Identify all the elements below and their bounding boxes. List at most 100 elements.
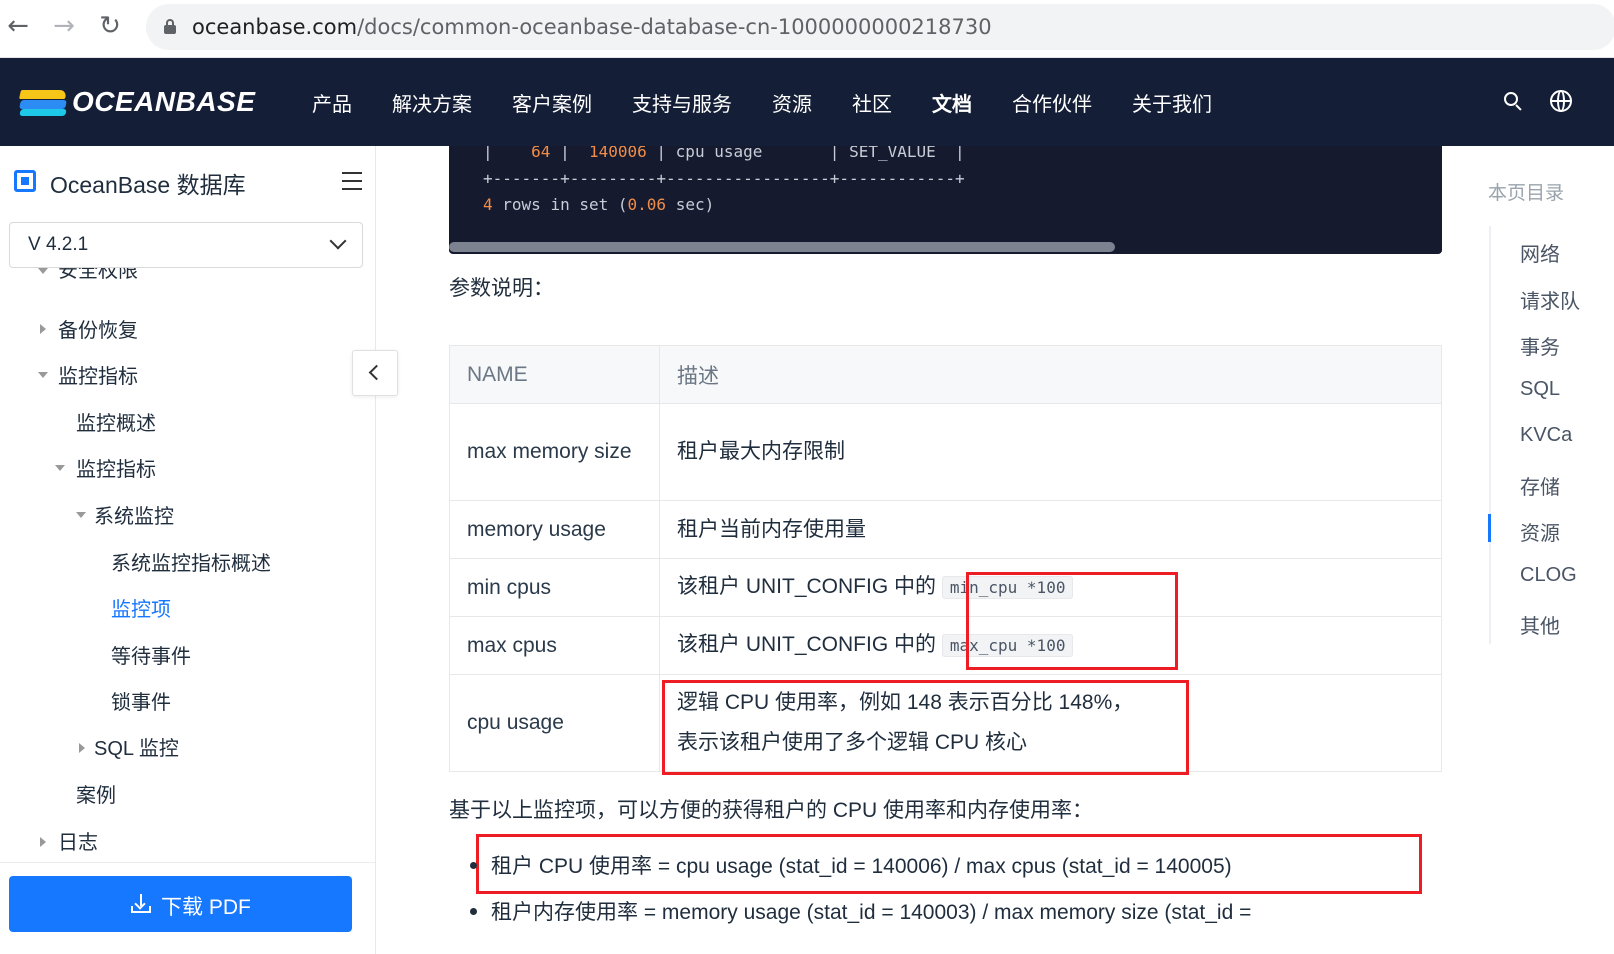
nav-item-partners[interactable]: 合作伙伴 [1012,88,1092,117]
table-row: max memory size 租户最大内存限制 [449,403,1442,501]
table-row: memory usage 租户当前内存使用量 [449,500,1442,559]
table-header-desc: 描述 [659,345,1442,404]
nav-item-about[interactable]: 关于我们 [1132,88,1212,117]
formula-cpu-text: 租户 CPU 使用率 = cpu usage (stat_id = 140006… [491,855,1232,878]
nav-item-docs[interactable]: 文档 [932,88,972,117]
tree-item-monitoring[interactable]: 监控指标 [58,360,138,389]
highlight-box-cpu-config [966,572,1178,670]
code-result-unit: sec) [675,195,715,214]
table-cell-name: max cpus [449,616,660,675]
tree-item-logs[interactable]: 日志 [58,826,98,855]
nav-item-resources[interactable]: 资源 [772,88,812,117]
formula-memory: 租户内存使用率 = memory usage (stat_id = 140003… [470,896,1251,926]
highlight-box-cpu-usage [662,680,1189,775]
oceanbase-logo-icon[interactable] [19,90,67,116]
globe-icon[interactable] [1550,90,1572,112]
desc-text: 该租户 UNIT_CONFIG 中的 [677,633,937,656]
table-header-row: NAME 描述 [449,345,1442,404]
site-header: OCEANBASE 产品 解决方案 客户案例 支持与服务 资源 社区 文档 合作… [0,58,1614,146]
toc-item[interactable]: 请求队 [1520,285,1580,314]
caret-down-icon [38,268,48,274]
code-line-row: | 64 | 140006 | cpu usage | SET_VALUE | [483,146,965,161]
menu-icon[interactable] [342,172,362,190]
forward-icon[interactable]: → [48,10,80,42]
table-row: max cpus 该租户 UNIT_CONFIG 中的 max_cpu *100 [449,616,1442,675]
nav-item-community[interactable]: 社区 [852,88,892,117]
download-pdf-button[interactable]: 下载 PDF [9,876,352,932]
tree-item-backup[interactable]: 备份恢复 [58,314,138,343]
nav-item-support[interactable]: 支持与服务 [632,88,732,117]
nav-item-customers[interactable]: 客户案例 [512,88,592,117]
toc-item[interactable]: CLOG [1520,564,1577,587]
toc-item[interactable]: KVCa [1520,424,1572,447]
nav-item-solutions[interactable]: 解决方案 [392,88,472,117]
caret-right-icon [40,324,46,334]
param-heading: 参数说明： [449,277,554,300]
code-stat-id: 140006 [588,146,647,161]
sidebar: OceanBase 数据库 V 4.2.1 安全权限 备份恢复 监控指标 监控概… [0,146,376,954]
tree-item-system-monitoring[interactable]: 系统监控 [94,500,174,529]
nav-item-products[interactable]: 产品 [312,88,352,117]
download-pdf-label: 下载 PDF [161,896,251,919]
code-line-result: 4 rows in set (0.06 sec) [483,195,715,214]
toc-title: 本页目录 [1488,183,1565,204]
table-cell-desc: 租户当前内存使用量 [659,500,1442,559]
toc-item[interactable]: 事务 [1520,331,1560,360]
code-result-time: 0.06 [627,195,667,214]
caret-down-icon [76,512,86,518]
desc-text: 该租户 UNIT_CONFIG 中的 [677,575,937,598]
tree-item-security[interactable]: 安全权限 [58,268,138,283]
url-domain: oceanbase.com [192,15,358,39]
toc-item[interactable]: 网络 [1520,238,1560,267]
tree-item-metrics[interactable]: 监控指标 [76,453,156,482]
caret-down-icon [55,465,65,471]
table-cell-name: max memory size [449,403,660,501]
main-nav: 产品 解决方案 客户案例 支持与服务 资源 社区 文档 合作伙伴 关于我们 [312,88,1252,117]
sidebar-divider [0,862,375,863]
back-icon[interactable]: ← [2,10,34,42]
url-text[interactable]: oceanbase.com/docs/common-oceanbase-data… [192,15,992,39]
tree-item-lock-events[interactable]: 锁事件 [111,686,171,715]
table-cell-name: min cpus [449,558,660,617]
toc-active-indicator [1488,514,1491,542]
reload-icon[interactable]: ↻ [94,10,126,42]
caret-right-icon [40,837,46,847]
toc-item[interactable]: SQL [1520,378,1560,401]
table-row: min cpus 该租户 UNIT_CONFIG 中的 min_cpu *100 [449,558,1442,617]
logo-text[interactable]: OCEANBASE [72,86,255,118]
chevron-down-icon [329,232,347,250]
formula-cpu: 租户 CPU 使用率 = cpu usage (stat_id = 140006… [470,850,1232,880]
address-bar[interactable]: oceanbase.com/docs/common-oceanbase-data… [146,4,1614,50]
tree-item-system-overview[interactable]: 系统监控指标概述 [111,547,271,576]
bullet [470,907,477,915]
toc-item-active[interactable]: 资源 [1520,517,1560,546]
bullet [470,861,477,869]
code-stat-class: SET_VALUE [849,146,936,161]
table-cell-desc: 租户最大内存限制 [659,403,1442,501]
code-result-mid: rows in set [502,195,609,214]
search-icon[interactable] [1504,92,1522,111]
table-header-name: NAME [449,345,660,404]
collapse-sidebar-button[interactable] [352,350,398,396]
version-select[interactable]: V 4.2.1 [9,222,363,268]
chevron-left-icon [368,364,385,381]
tree-item-cases[interactable]: 案例 [76,779,116,808]
tree-item-sql-monitoring[interactable]: SQL 监控 [94,732,179,761]
formula-memory-text: 租户内存使用率 = memory usage (stat_id = 140003… [491,901,1252,924]
code-result-count: 4 [483,195,493,214]
url-path: /docs/common-oceanbase-database-cn-10000… [357,15,992,39]
toc-rail [1489,226,1491,644]
code-block: | 64 | 140006 | cpu usage | SET_VALUE | … [449,146,1442,254]
product-logo-icon [14,170,36,192]
download-icon [131,894,151,914]
toc-item[interactable]: 存储 [1520,471,1560,500]
tree-item-monitoring-overview[interactable]: 监控概述 [76,407,156,436]
tree-item-monitoring-items[interactable]: 监控项 [111,593,171,622]
browser-toolbar: ← → ↻ oceanbase.com/docs/common-oceanbas… [0,0,1614,58]
tree-item-wait-events[interactable]: 等待事件 [111,640,191,669]
table-cell-name: cpu usage [449,674,660,772]
toc-item[interactable]: 其他 [1520,610,1560,639]
summary-text: 基于以上监控项，可以方便的获得租户的 CPU 使用率和内存使用率： [449,799,1094,822]
sidebar-title[interactable]: OceanBase 数据库 [50,166,246,200]
code-scrollbar-thumb[interactable] [449,242,1115,252]
